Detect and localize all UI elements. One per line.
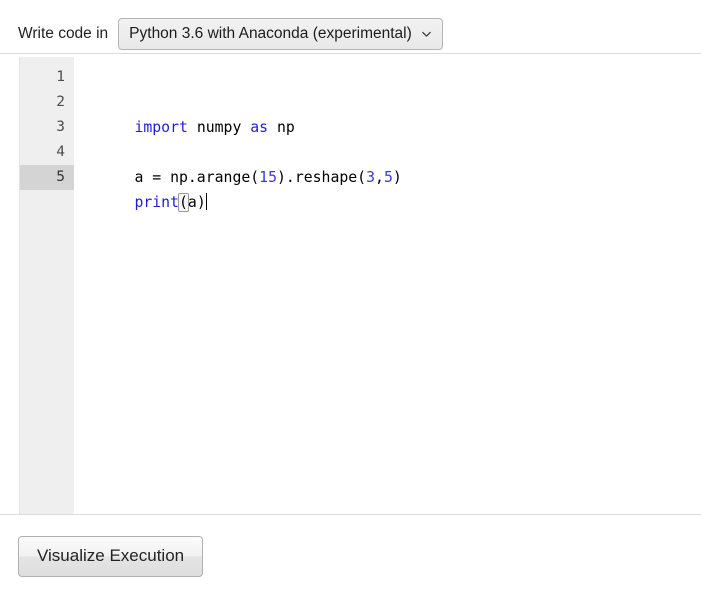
token-keyword: as [250,119,268,136]
token-number: 15 [259,169,277,186]
token-number: 3 [366,169,375,186]
actions-bar: Visualize Execution [18,536,203,577]
code-text-area[interactable]: import numpy as np a = np.arange(15).res… [74,57,701,514]
line-number-active: 5 [20,165,74,190]
line-number-gutter: 1 2 3 4 5 [20,57,74,514]
line-number: 2 [20,90,74,115]
code-line-2: import numpy as np [81,90,701,115]
text-cursor [206,193,207,210]
token-function: print [134,194,179,211]
code-line-1 [81,65,701,90]
language-select-value: Python 3.6 with Anaconda (experimental) [129,25,412,43]
toolbar-divider [0,53,701,54]
token-text: , [375,169,384,186]
line-number: 3 [20,115,74,140]
bracket-match-highlight: ( [179,194,188,211]
token-keyword: import [134,119,187,136]
chevron-down-icon [421,29,432,40]
editor-bottom-divider [0,514,701,515]
toolbar: Write code in Python 3.6 with Anaconda (… [0,0,701,50]
token-text: a) [188,194,206,211]
token-text: np [268,119,295,136]
token-number: 5 [384,169,393,186]
code-editor[interactable]: 1 2 3 4 5 import numpy as np a = np.aran… [19,57,701,514]
token-text: ) [393,169,402,186]
language-select[interactable]: Python 3.6 with Anaconda (experimental) [118,18,443,50]
visualize-execution-button[interactable]: Visualize Execution [18,536,203,577]
code-line-4: a = np.arange(15).reshape(3,5) [81,140,701,165]
token-text: ).reshape( [277,169,366,186]
write-code-in-label: Write code in [18,18,108,50]
line-number: 1 [20,65,74,90]
token-text: numpy [188,119,250,136]
token-text: a = np.arange( [134,169,259,186]
line-number: 4 [20,140,74,165]
